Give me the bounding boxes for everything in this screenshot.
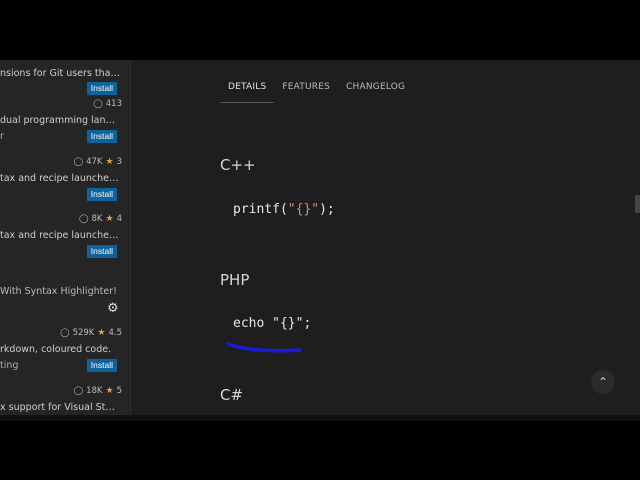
extension-stats: ◯ 413 <box>93 99 122 109</box>
extension-list-item[interactable]: ◯ 8K ★ 4 tax and recipe launcher f... In… <box>0 212 126 270</box>
download-count: 47K <box>86 157 103 167</box>
pane-divider[interactable] <box>130 60 131 415</box>
extension-stats: ◯ 529K ★ 4.5 <box>60 328 122 338</box>
download-icon: ◯ <box>79 214 89 224</box>
install-button[interactable]: Install <box>86 188 117 201</box>
extension-publisher: ting <box>0 360 19 371</box>
details-tabs: DETAILS FEATURES CHANGELOG <box>220 78 413 103</box>
extension-list-item[interactable]: ◯ 18K ★ 5 x support for Visual Stud... <box>0 384 126 415</box>
install-button[interactable]: Install <box>86 82 117 95</box>
extension-description: tax and recipe launcher f... <box>0 230 120 241</box>
extension-stats: ◯ 47K ★ 3 <box>74 157 122 167</box>
code-text: ; <box>303 316 312 331</box>
extension-description: nsions for Git users that ... <box>0 68 120 79</box>
code-text: printf( <box>233 202 288 217</box>
annotation-underline <box>226 342 302 353</box>
code-sample-php: echo "{}"; <box>233 316 311 331</box>
extension-details-window: nsions for Git users that ... Install ◯ … <box>0 60 640 415</box>
section-heading-csharp: C# <box>220 386 244 404</box>
code-sample-cpp: printf("{}"); <box>233 202 335 217</box>
scroll-to-top-button[interactable]: ⌃ <box>591 370 615 394</box>
extension-list-item[interactable]: With Syntax Highlighter! ⚙ <box>0 268 126 326</box>
extension-stats: ◯ 8K ★ 4 <box>79 214 122 224</box>
code-text: echo <box>233 316 273 331</box>
tab-details[interactable]: DETAILS <box>220 78 275 103</box>
rating-value: 4 <box>116 214 122 224</box>
chevron-up-icon: ⌃ <box>597 375 609 389</box>
download-count: 529K <box>72 328 95 338</box>
code-string: "{}" <box>272 316 304 331</box>
star-icon: ★ <box>105 386 114 396</box>
extension-description: rkdown, coloured code. <box>0 344 112 355</box>
star-icon: ★ <box>105 214 114 224</box>
rating-value: 4.5 <box>108 328 122 338</box>
download-count: 413 <box>105 99 122 109</box>
extension-description: With Syntax Highlighter! <box>0 286 117 297</box>
download-count: 8K <box>91 214 103 224</box>
extension-description: tax and recipe launcher f... <box>0 173 120 184</box>
extension-list-item[interactable]: ◯ 47K ★ 3 tax and recipe launcher f... I… <box>0 155 126 213</box>
install-button[interactable]: Install <box>86 130 117 143</box>
install-button[interactable]: Install <box>86 359 117 372</box>
extension-description: dual programming lang... <box>0 115 120 126</box>
extension-list-item[interactable]: ◯ 529K ★ 4.5 rkdown, coloured code. ting… <box>0 326 126 384</box>
install-button[interactable]: Install <box>86 245 117 258</box>
download-icon: ◯ <box>73 157 84 167</box>
tab-features[interactable]: FEATURES <box>274 78 338 103</box>
section-heading-php: PHP <box>220 271 250 289</box>
code-text: ); <box>319 202 335 217</box>
scrollbar-thumb[interactable] <box>635 195 640 213</box>
download-icon: ◯ <box>60 328 70 338</box>
download-count: 18K <box>86 386 103 396</box>
download-icon: ◯ <box>73 386 84 396</box>
section-heading-cpp: C++ <box>220 156 256 174</box>
extension-list-item[interactable]: ◯ 413 dual programming lang... r Install <box>0 97 126 155</box>
extension-stats: ◯ 18K ★ 5 <box>74 386 122 396</box>
extension-publisher: r <box>0 131 4 142</box>
extension-description: x support for Visual Stud... <box>0 402 120 413</box>
code-string: "{}" <box>287 202 320 217</box>
gear-icon[interactable]: ⚙ <box>107 301 119 316</box>
extensions-sidebar: nsions for Git users that ... Install ◯ … <box>0 60 130 415</box>
rating-value: 3 <box>116 157 122 167</box>
status-bar <box>0 415 640 421</box>
star-icon: ★ <box>105 157 114 167</box>
tab-changelog[interactable]: CHANGELOG <box>338 78 413 103</box>
rating-value: 5 <box>116 386 122 396</box>
download-icon: ◯ <box>93 99 103 109</box>
star-icon: ★ <box>97 328 106 338</box>
